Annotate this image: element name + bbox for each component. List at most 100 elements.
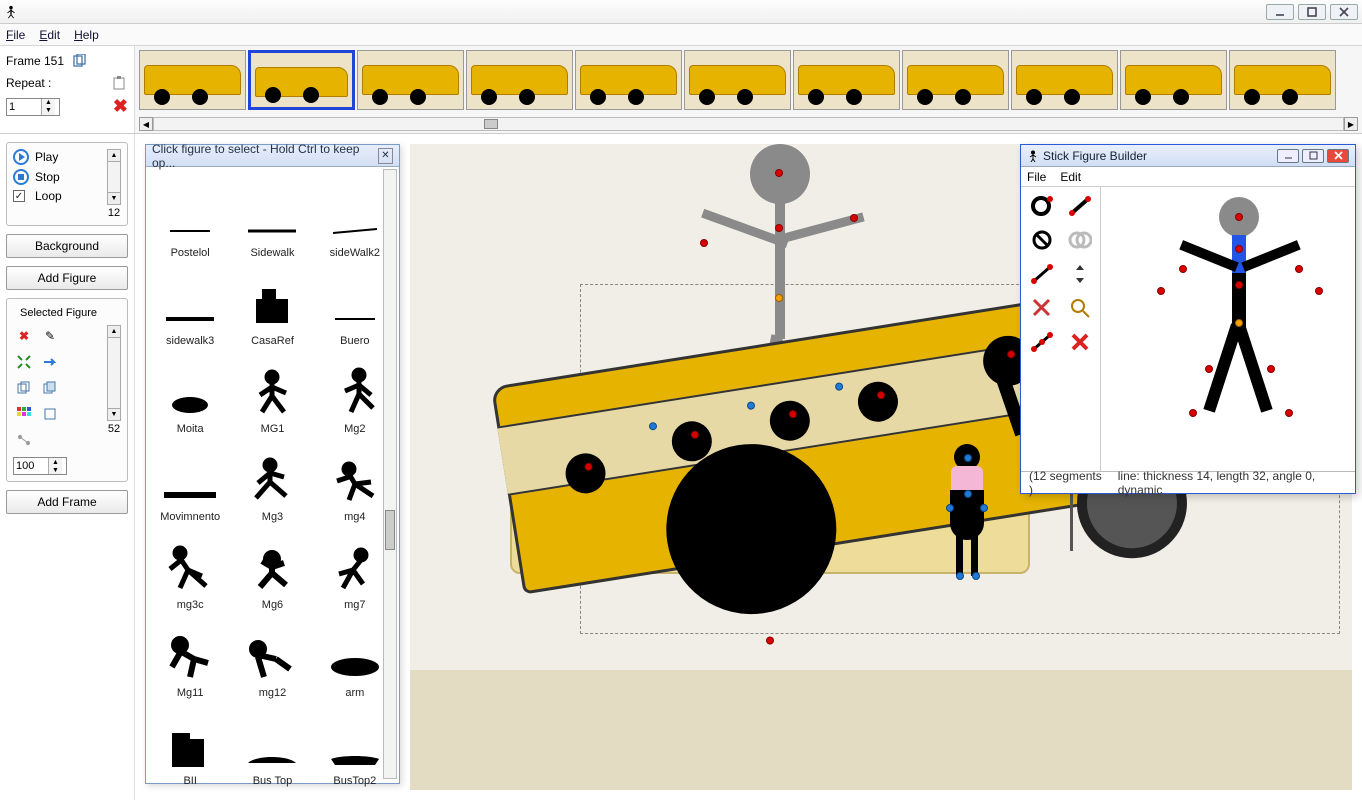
app-icon	[4, 5, 18, 19]
figure-item[interactable]: Sidewalk	[232, 173, 312, 259]
figure-palette-scrollbar[interactable]	[383, 169, 397, 779]
sfb-tool-updown[interactable]	[1065, 261, 1095, 287]
sfb-minimize-button[interactable]	[1277, 149, 1299, 163]
flip-figure-icon[interactable]	[39, 351, 61, 373]
figure-item[interactable]: BII	[150, 701, 230, 787]
sfb-tool-nocircle[interactable]	[1027, 227, 1057, 253]
figure-item-label: BusTop2	[333, 775, 376, 787]
copy-figure-icon[interactable]	[13, 377, 35, 399]
add-figure-button[interactable]: Add Figure	[6, 266, 128, 290]
scale-slider[interactable]: ▲▼	[107, 325, 121, 421]
figure-item[interactable]: Bus Top	[232, 701, 312, 787]
figure-item[interactable]: sidewalk3	[150, 261, 230, 347]
figure-item[interactable]: mg12	[232, 613, 312, 699]
figure-palette-title: Click figure to select - Hold Ctrl to ke…	[152, 142, 372, 170]
timeline-thumb[interactable]	[139, 50, 246, 110]
frame-label: Frame 151	[6, 54, 64, 68]
sfb-tool-segment[interactable]	[1027, 261, 1057, 287]
timeline-thumb[interactable]	[248, 50, 355, 110]
color-figure-icon[interactable]	[13, 403, 35, 425]
sfb-tool-cut[interactable]	[1027, 295, 1057, 321]
figure-item[interactable]: Moita	[150, 349, 230, 435]
timeline-thumb[interactable]	[684, 50, 791, 110]
scale-stepper[interactable]: ▲▼	[13, 457, 67, 475]
window-minimize-button[interactable]	[1266, 4, 1294, 20]
center-figure-icon[interactable]	[13, 351, 35, 373]
join-icon[interactable]	[13, 429, 35, 451]
paste-frame-icon[interactable]	[110, 74, 128, 92]
timeline-thumb[interactable]	[1011, 50, 1118, 110]
timeline-thumb[interactable]	[1229, 50, 1336, 110]
sfb-tool-split[interactable]	[1027, 329, 1057, 355]
figure-item[interactable]: mg3c	[150, 525, 230, 611]
repeat-input[interactable]	[7, 99, 41, 115]
sfb-title: Stick Figure Builder	[1043, 149, 1147, 163]
sfb-close-button[interactable]	[1327, 149, 1349, 163]
timeline-thumb[interactable]	[357, 50, 464, 110]
figure-item[interactable]: Postelol	[150, 173, 230, 259]
add-frame-button[interactable]: Add Frame	[6, 490, 128, 514]
menu-help[interactable]: Help	[74, 28, 99, 42]
timeline-scrollbar[interactable]: ◀ ▶	[139, 117, 1358, 131]
sfb-maximize-button[interactable]	[1302, 149, 1324, 163]
figure-item-label: Mg2	[344, 423, 365, 435]
canvas[interactable]: Click figure to select - Hold Ctrl to ke…	[135, 134, 1362, 800]
figure-item[interactable]: Mg11	[150, 613, 230, 699]
sfb-tool-circle[interactable]	[1027, 193, 1057, 219]
timeline-thumb[interactable]	[1120, 50, 1227, 110]
scale-input[interactable]	[14, 458, 48, 474]
timeline-thumb[interactable]	[575, 50, 682, 110]
repeat-stepper[interactable]: ▲▼	[6, 98, 60, 116]
sfb-status-segments: (12 segments )	[1029, 469, 1104, 497]
window-close-button[interactable]	[1330, 4, 1358, 20]
figure-item-label: Mg6	[262, 599, 283, 611]
sfb-menu-edit[interactable]: Edit	[1060, 170, 1081, 184]
window-titlebar	[0, 0, 1362, 24]
timeline-scroll-left[interactable]: ◀	[139, 117, 153, 131]
figure-palette-close-icon[interactable]: ✕	[378, 148, 393, 164]
edit-figure-icon[interactable]: ✎	[39, 325, 61, 347]
duplicate-icon[interactable]	[39, 403, 61, 425]
menu-file[interactable]: File	[6, 28, 25, 42]
repeat-up[interactable]: ▲	[42, 99, 55, 107]
timeline-scroll-right[interactable]: ▶	[1344, 117, 1358, 131]
sfb-menu-file[interactable]: File	[1027, 170, 1046, 184]
figure-item-label: sidewalk3	[166, 335, 214, 347]
paste-figure-icon[interactable]	[39, 377, 61, 399]
delete-frame-icon[interactable]: ✖	[113, 96, 128, 117]
figure-item-label: BII	[183, 775, 196, 787]
timeline-thumb[interactable]	[466, 50, 573, 110]
sfb-preview[interactable]	[1101, 187, 1355, 471]
figure-item-label: mg7	[344, 599, 365, 611]
background-button[interactable]: Background	[6, 234, 128, 258]
copy-frame-icon[interactable]	[70, 52, 88, 70]
play-button[interactable]: Play	[13, 149, 107, 165]
timeline-thumb[interactable]	[902, 50, 1009, 110]
fps-slider[interactable]: ▲▼	[107, 149, 121, 205]
timeline: ◀ ▶	[135, 46, 1362, 133]
frame-info-panel: Frame 151 Repeat : ▲▼ ✖	[0, 46, 135, 133]
figure-item-label: Sidewalk	[250, 247, 294, 259]
figure-item[interactable]: CasaRef	[232, 261, 312, 347]
timeline-scroll-knob[interactable]	[484, 119, 498, 129]
sfb-tool-zoom[interactable]	[1065, 295, 1095, 321]
timeline-thumb[interactable]	[793, 50, 900, 110]
figure-item[interactable]: Movimnento	[150, 437, 230, 523]
figure-item[interactable]: MG1	[232, 349, 312, 435]
menu-edit[interactable]: Edit	[39, 28, 60, 42]
figure-item-label: mg4	[344, 511, 365, 523]
stop-button[interactable]: Stop	[13, 169, 107, 185]
window-maximize-button[interactable]	[1298, 4, 1326, 20]
loop-checkbox[interactable]: Loop	[13, 189, 107, 203]
left-sidebar: Play Stop Loop ▲▼ 12 Background Add Figu…	[0, 134, 135, 800]
figure-item-label: Movimnento	[160, 511, 220, 523]
delete-figure-icon[interactable]: ✖	[13, 325, 35, 347]
figure-item[interactable]: Mg6	[232, 525, 312, 611]
figure-item[interactable]: Mg3	[232, 437, 312, 523]
sfb-tool-line[interactable]	[1065, 193, 1095, 219]
sfb-tool-delete[interactable]	[1065, 329, 1095, 355]
figure-item-label: Bus Top	[253, 775, 293, 787]
sfb-tool-overlap[interactable]	[1065, 227, 1095, 253]
repeat-down[interactable]: ▼	[42, 107, 55, 115]
figure-item-label: mg12	[259, 687, 287, 699]
